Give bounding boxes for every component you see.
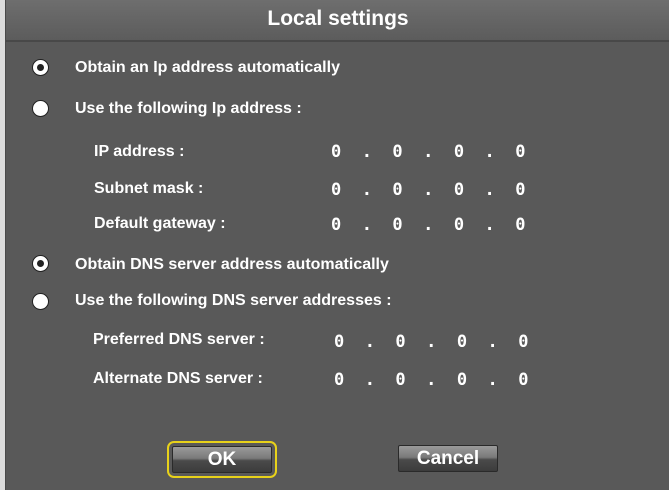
cancel-button[interactable]: Cancel <box>398 445 498 472</box>
ip-auto-label: Obtain an Ip address automatically <box>75 59 340 76</box>
ip-manual-radio[interactable] <box>32 100 49 117</box>
preferred-dns-field[interactable]: 0 . 0 . 0 . 0 <box>334 332 528 352</box>
ip-address-label: IP address : <box>94 143 185 160</box>
dns-auto-radio[interactable] <box>32 255 49 272</box>
title-bar: Local settings <box>6 0 669 42</box>
default-gateway-label: Default gateway : <box>94 215 226 232</box>
subnet-mask-label: Subnet mask : <box>94 180 204 197</box>
alternate-dns-field[interactable]: 0 . 0 . 0 . 0 <box>334 370 528 390</box>
alternate-dns-label: Alternate DNS server : <box>93 370 263 387</box>
ip-address-field[interactable]: 0 . 0 . 0 . 0 <box>331 142 525 162</box>
local-settings-dialog: Local settings Obtain an Ip address auto… <box>5 0 669 490</box>
subnet-mask-field[interactable]: 0 . 0 . 0 . 0 <box>331 180 525 200</box>
ok-button[interactable]: OK <box>167 441 277 478</box>
dialog-title: Local settings <box>267 7 409 30</box>
dns-manual-label: Use the following DNS server addresses : <box>75 292 392 309</box>
default-gateway-field[interactable]: 0 . 0 . 0 . 0 <box>331 215 525 235</box>
ip-auto-radio[interactable] <box>32 59 49 76</box>
preferred-dns-label: Preferred DNS server : <box>93 331 265 348</box>
dns-auto-label: Obtain DNS server address automatically <box>75 256 389 273</box>
ip-manual-label: Use the following Ip address : <box>75 100 302 117</box>
dns-manual-radio[interactable] <box>32 293 49 310</box>
